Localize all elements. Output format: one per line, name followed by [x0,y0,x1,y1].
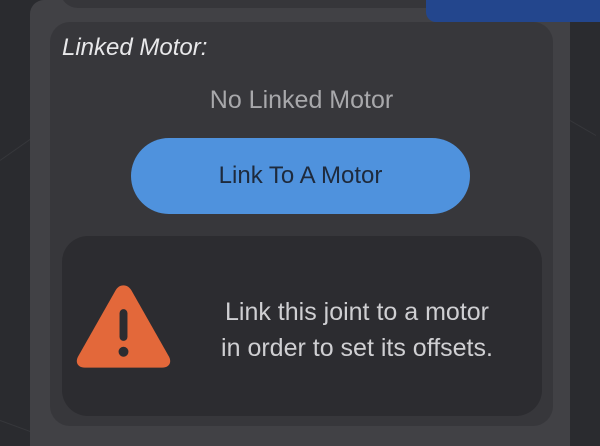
linked-motor-status: No Linked Motor [209,86,394,114]
warning-triangle-icon [76,285,171,368]
background-line [569,120,597,136]
linked-motor-label: Linked Motor: [62,34,208,61]
warning-message-line-2: in order to set its offsets. [221,334,493,362]
viewport: Linked Motor: No Linked Motor Link To A … [0,0,600,446]
selection-highlight [426,0,600,22]
warning-message-line-1: Link this joint to a motor [224,298,489,326]
warning-message: Link this joint to a motor in order to s… [182,294,532,366]
link-to-motor-button[interactable]: Link To A Motor [131,138,470,214]
